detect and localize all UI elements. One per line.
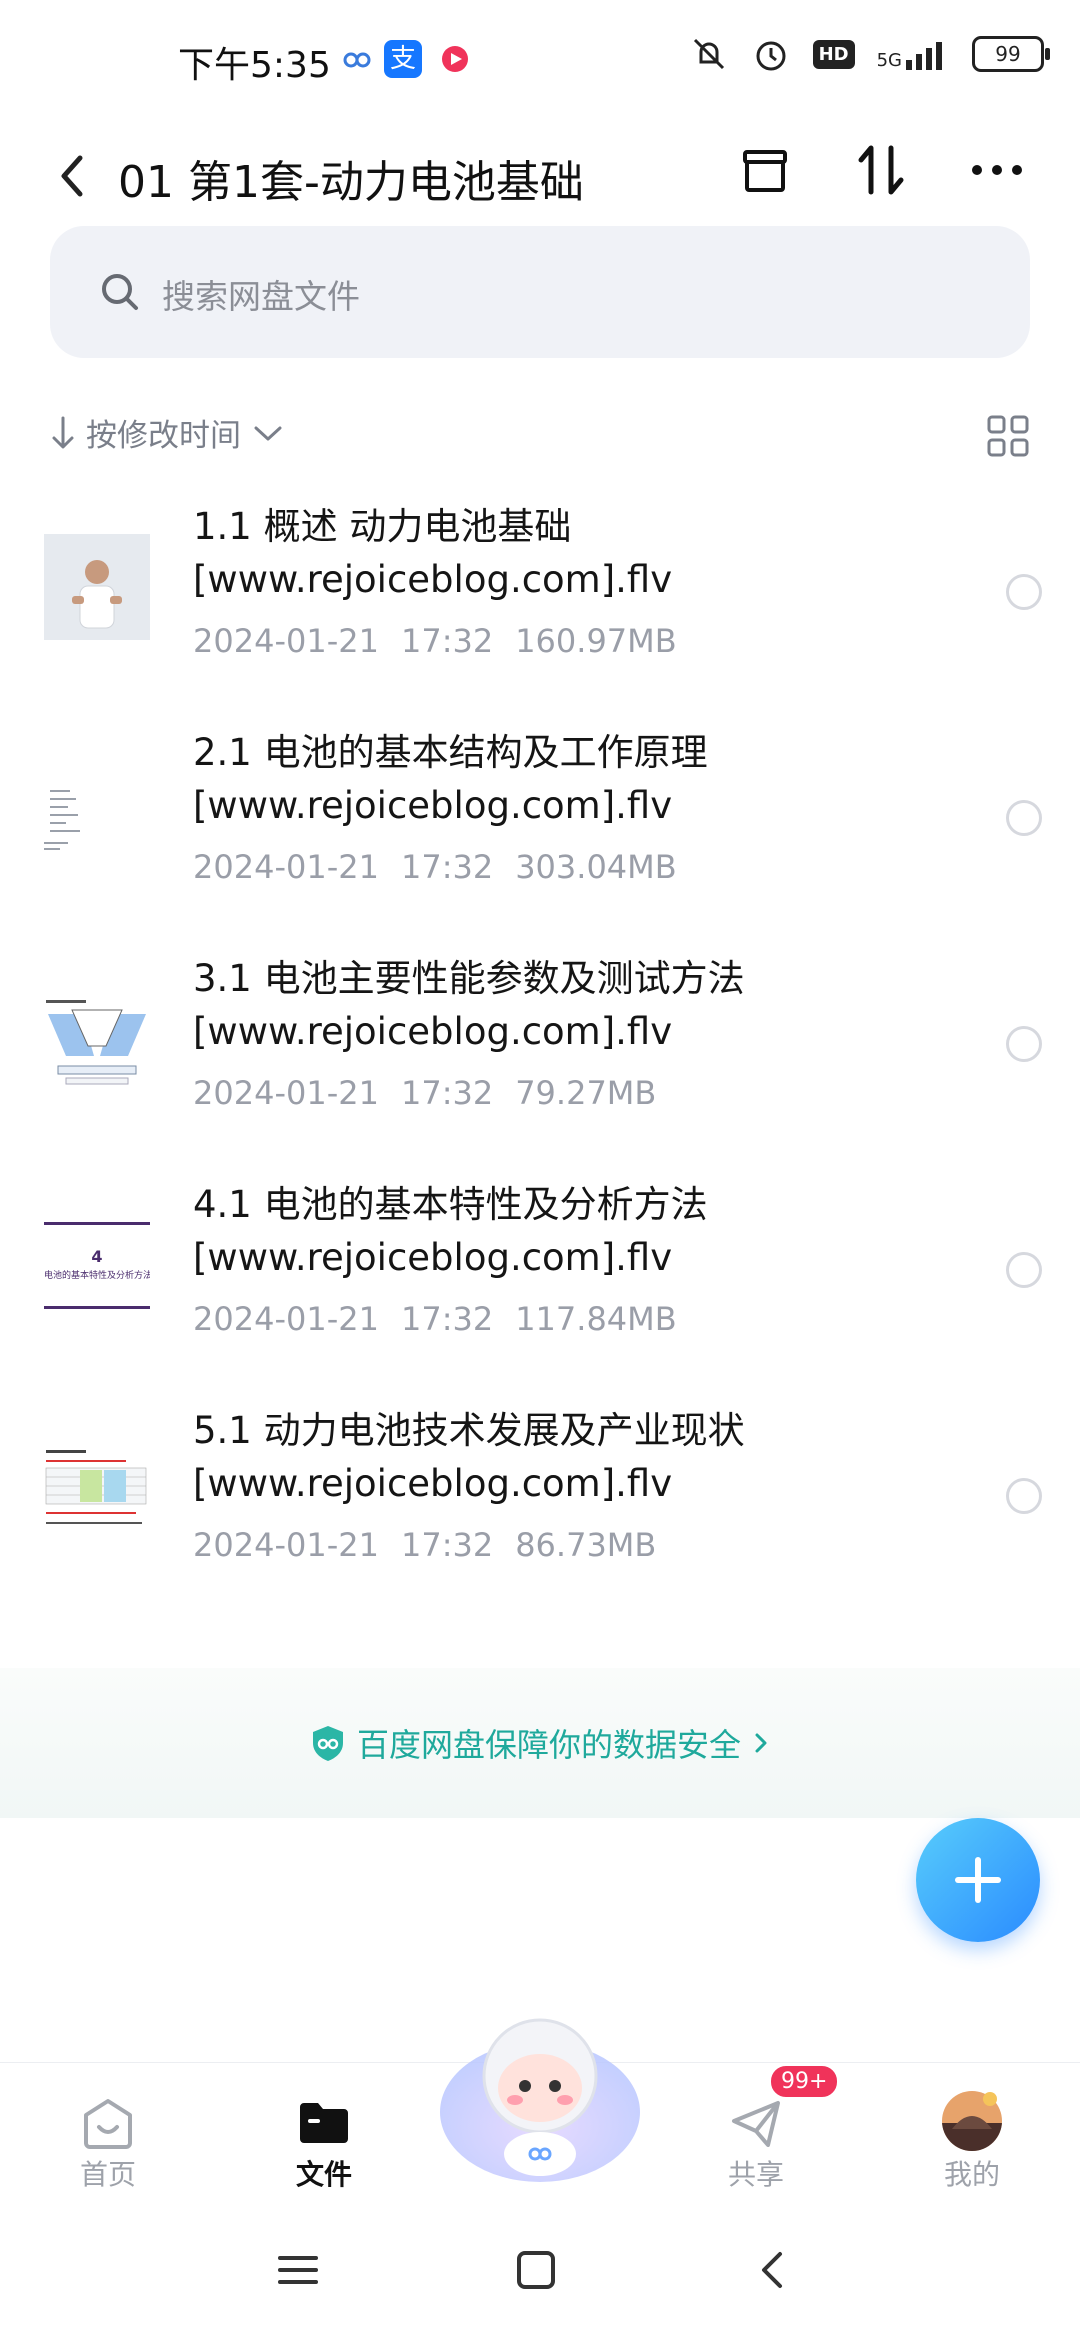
- security-text: 百度网盘保障你的数据安全: [356, 1726, 741, 1764]
- home-square-icon[interactable]: [514, 2248, 558, 2292]
- avatar: [942, 2091, 1002, 2151]
- file-date: 2024-01-21: [193, 1526, 379, 1564]
- file-row[interactable]: 2.1 电池的基本结构及工作原理 [www.rejoiceblog.com].f…: [0, 726, 1080, 952]
- page-title: 01 第1套-动力电池基础: [118, 157, 584, 208]
- file-time: 17:32: [400, 1526, 494, 1564]
- file-time: 17:32: [400, 622, 494, 660]
- file-name: 5.1 动力电池技术发展及产业现状 [www.rejoiceblog.com].…: [193, 1409, 745, 1505]
- tab-files-label: 文件: [295, 2158, 352, 2191]
- file-meta: 2024-01-21 17:32 86.73MB: [193, 1526, 656, 1564]
- search-placeholder: 搜索网盘文件: [162, 277, 360, 316]
- file-size: 303.04MB: [515, 848, 677, 886]
- file-date: 2024-01-21: [193, 622, 379, 660]
- mascot-assistant-icon[interactable]: [437, 2004, 643, 2190]
- chapter-thumbnail: 4 电池的基本特性及分析方法: [44, 1212, 150, 1318]
- file-row[interactable]: 5.1 动力电池技术发展及产业现状 [www.rejoiceblog.com].…: [0, 1404, 1080, 1630]
- paper-plane-icon: [732, 2101, 780, 2147]
- file-name: 1.1 概述 动力电池基础 [www.rejoiceblog.com].flv: [193, 505, 673, 601]
- file-name: 3.1 电池主要性能参数及测试方法 [www.rejoiceblog.com].…: [193, 957, 745, 1053]
- top-header: 01 第1套-动力电池基础: [0, 120, 1080, 230]
- file-name: 4.1 电池的基本特性及分析方法 [www.rejoiceblog.com].f…: [193, 1183, 708, 1279]
- sort-label: 按修改时间: [86, 418, 241, 454]
- file-meta: 2024-01-21 17:32 160.97MB: [193, 622, 677, 660]
- file-meta: 2024-01-21 17:32 79.27MB: [193, 1074, 656, 1112]
- mute-icon: [693, 38, 724, 70]
- cloud-app-icon: [343, 52, 371, 68]
- slide-thumbnail: [44, 986, 150, 1092]
- signal-icon: 5G: [877, 38, 950, 70]
- grid-view-icon[interactable]: [986, 414, 1030, 458]
- status-right: HD 5G 99: [689, 34, 1050, 74]
- sort-button[interactable]: 按修改时间: [50, 410, 285, 455]
- video-thumbnail: [44, 534, 150, 640]
- file-time: 17:32: [400, 1300, 494, 1338]
- file-size: 160.97MB: [515, 622, 677, 660]
- status-bar: 下午5:35 支 HD 5G 99: [0, 0, 1080, 120]
- file-date: 2024-01-21: [193, 848, 379, 886]
- more-button[interactable]: [962, 130, 1032, 210]
- archive-icon: [743, 150, 787, 192]
- file-time: 17:32: [400, 1074, 494, 1112]
- status-time: 下午5:35: [178, 45, 331, 86]
- tab-mine[interactable]: 我的: [892, 2063, 1052, 2213]
- folder-icon: [300, 2103, 348, 2143]
- battery-icon: 99: [972, 36, 1050, 72]
- file-size: 79.27MB: [515, 1074, 657, 1112]
- file-name: 2.1 电池的基本结构及工作原理 [www.rejoiceblog.com].f…: [193, 731, 708, 827]
- search-input[interactable]: 搜索网盘文件: [50, 226, 1030, 358]
- sort-row: 按修改时间: [50, 410, 1030, 470]
- file-time: 17:32: [400, 848, 494, 886]
- transfer-icon: [858, 145, 904, 195]
- file-row[interactable]: 4 电池的基本特性及分析方法 4.1 电池的基本特性及分析方法 [www.rej…: [0, 1178, 1080, 1404]
- archive-button[interactable]: [730, 130, 800, 210]
- tab-files[interactable]: 文件: [244, 2063, 404, 2213]
- file-size: 117.84MB: [515, 1300, 677, 1338]
- tab-share-label: 共享: [727, 2158, 784, 2191]
- tab-mine-label: 我的: [943, 2158, 1000, 2191]
- select-radio[interactable]: [1006, 1478, 1042, 1514]
- file-date: 2024-01-21: [193, 1074, 379, 1112]
- file-list: 1.1 概述 动力电池基础 [www.rejoiceblog.com].flv …: [0, 500, 1080, 1630]
- add-button[interactable]: [916, 1818, 1040, 1942]
- system-nav-bar: [0, 2212, 1080, 2340]
- file-meta: 2024-01-21 17:32 303.04MB: [193, 848, 677, 886]
- search-icon: [102, 274, 138, 310]
- chevron-right-icon: [755, 1733, 767, 1753]
- hd-badge: HD: [812, 39, 855, 69]
- shield-icon: [312, 1726, 343, 1761]
- plus-icon: [955, 1857, 1001, 1903]
- file-row[interactable]: 1.1 概述 动力电池基础 [www.rejoiceblog.com].flv …: [0, 500, 1080, 726]
- tab-home[interactable]: 首页: [28, 2063, 188, 2213]
- more-icon: [972, 165, 1022, 175]
- back-icon[interactable]: [48, 146, 98, 206]
- chevron-down-icon: [254, 426, 282, 440]
- video-app-icon: [442, 46, 468, 72]
- select-radio[interactable]: [1006, 800, 1042, 836]
- file-date: 2024-01-21: [193, 1300, 379, 1338]
- home-icon: [84, 2099, 132, 2149]
- transfer-button[interactable]: [846, 130, 916, 210]
- file-meta: 2024-01-21 17:32 117.84MB: [193, 1300, 677, 1338]
- select-radio[interactable]: [1006, 1026, 1042, 1062]
- select-radio[interactable]: [1006, 1252, 1042, 1288]
- share-badge: 99+: [768, 2063, 841, 2100]
- security-banner[interactable]: 百度网盘保障你的数据安全: [0, 1668, 1080, 1818]
- tab-home-label: 首页: [79, 2158, 136, 2191]
- select-radio[interactable]: [1006, 574, 1042, 610]
- slide-thumbnail: [44, 760, 150, 866]
- back-nav-icon[interactable]: [752, 2248, 796, 2292]
- file-row[interactable]: 3.1 电池主要性能参数及测试方法 [www.rejoiceblog.com].…: [0, 952, 1080, 1178]
- menu-icon[interactable]: [276, 2248, 320, 2292]
- table-thumbnail: [44, 1438, 150, 1544]
- tab-share[interactable]: 99+ 共享: [676, 2063, 841, 2213]
- alarm-icon: [756, 41, 786, 71]
- sort-arrow-icon: [52, 416, 74, 448]
- file-size: 86.73MB: [515, 1526, 657, 1564]
- alipay-icon: 支: [384, 40, 422, 78]
